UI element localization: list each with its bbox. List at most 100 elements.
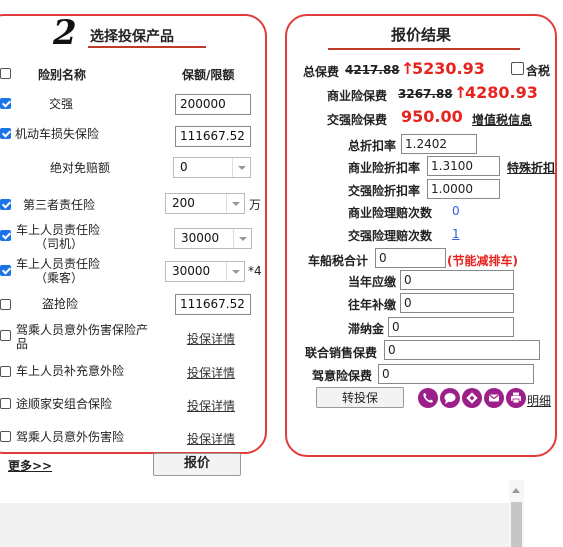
compulsory-amount-input[interactable]: 200000: [175, 94, 251, 115]
transfer-insurance-button[interactable]: 转投保: [316, 387, 404, 408]
passenger-liability-value: 30000: [172, 264, 211, 278]
passenger-liability-sublabel: （乘客）: [35, 271, 84, 285]
chevron-down-icon: [233, 229, 251, 248]
occupant-accident-product-label: 驾乘人员意外伤害保险产: [16, 323, 149, 337]
driver-accident-premium-label: 驾意险保费: [312, 369, 373, 383]
occupant-accident-details-link[interactable]: 投保详情: [187, 430, 235, 447]
share-icon[interactable]: [462, 388, 482, 408]
quote-button[interactable]: 报价: [153, 453, 241, 476]
vessel-tax-label: 车船税合计: [308, 254, 369, 268]
commercial-premium-label: 商业险保费: [327, 89, 388, 103]
compulsory-discount-label: 交强险折扣率: [348, 184, 421, 198]
compulsory-checkbox[interactable]: [0, 98, 11, 109]
deductible-value: 0: [180, 160, 188, 174]
chevron-down-icon: [232, 158, 250, 177]
driver-liability-select[interactable]: 30000: [174, 228, 252, 249]
third-party-label: 第三者责任险: [23, 198, 96, 212]
passenger-liability-checkbox[interactable]: [0, 265, 11, 276]
chat-icon[interactable]: [440, 388, 460, 408]
more-link[interactable]: 更多>>: [8, 457, 52, 474]
commercial-premium-new: 4280.93: [465, 83, 538, 102]
step-number: 2: [53, 13, 77, 53]
select-all-checkbox[interactable]: [0, 68, 11, 79]
previous-supplement-label: 往年补缴: [348, 298, 397, 312]
third-party-value: 200: [172, 196, 195, 210]
passenger-multiplier: *4: [248, 264, 262, 278]
joint-sales-premium-input[interactable]: 0: [384, 340, 540, 360]
family-combo-label: 途顺家安组合保险: [16, 397, 113, 411]
commercial-discount-label: 商业险折扣率: [348, 161, 421, 175]
supplementary-accident-label: 车上人员补充意外险: [16, 364, 125, 378]
phone-icon[interactable]: [418, 388, 438, 408]
vessel-tax-input[interactable]: 0: [375, 248, 446, 268]
theft-checkbox[interactable]: [0, 299, 11, 310]
detail-link[interactable]: 明细: [527, 392, 551, 409]
compulsory-premium-value: 950.00: [401, 107, 463, 126]
theft-label: 盗抢险: [42, 297, 79, 311]
tax-included-checkbox[interactable]: [511, 62, 524, 75]
deductible-label: 绝对免赔额: [50, 161, 111, 175]
occupant-accident-product-checkbox[interactable]: [0, 330, 11, 341]
compulsory-claims-label: 交强险理赔次数: [348, 229, 433, 243]
driver-liability-checkbox[interactable]: [0, 230, 11, 241]
third-party-unit: 万: [249, 198, 262, 212]
late-fee-label: 滞纳金: [348, 322, 385, 336]
title-underline: [328, 48, 520, 50]
driver-accident-premium-input[interactable]: 0: [378, 364, 534, 384]
total-premium-old: 4217.88: [345, 63, 400, 77]
commercial-claims-label: 商业险理赔次数: [348, 206, 433, 220]
family-combo-details-link[interactable]: 投保详情: [187, 397, 235, 414]
vehicle-damage-amount-input[interactable]: 111667.52: [175, 126, 251, 147]
third-party-checkbox[interactable]: [0, 199, 11, 210]
header-coverage-amount: 保额/限额: [182, 68, 235, 82]
commercial-discount-input[interactable]: 1.3100: [427, 156, 500, 176]
tax-included-label: 含税: [526, 64, 551, 78]
current-year-due-label: 当年应缴: [348, 275, 397, 289]
vat-info-link[interactable]: 增值税信息: [472, 111, 532, 128]
current-year-due-input[interactable]: 0: [400, 270, 514, 290]
total-discount-label: 总折扣率: [348, 139, 397, 153]
chevron-down-icon: [226, 262, 244, 281]
commercial-claims-value: 0: [452, 204, 460, 218]
commercial-premium-old: 3267.88: [398, 87, 453, 101]
driver-liability-label: 车上人员责任险: [16, 223, 101, 237]
joint-sales-premium-label: 联合销售保费: [305, 346, 378, 360]
product-selection-title: 选择投保产品: [90, 29, 174, 45]
occupant-accident-label: 驾乘人员意外伤害险: [16, 430, 125, 444]
late-fee-input[interactable]: 0: [388, 317, 514, 337]
title-underline: [88, 46, 206, 48]
special-discount-link[interactable]: 特殊折扣: [507, 159, 555, 176]
vehicle-damage-label: 机动车损失保险: [15, 127, 100, 141]
scrollbar-thumb[interactable]: [511, 502, 522, 547]
printer-icon[interactable]: [506, 388, 526, 408]
family-combo-checkbox[interactable]: [0, 398, 11, 409]
driver-liability-value: 30000: [181, 231, 220, 245]
occupant-accident-checkbox[interactable]: [0, 431, 11, 442]
quote-result-title: 报价结果: [391, 26, 452, 44]
energy-saving-note: (节能减排车): [447, 254, 518, 268]
mail-icon[interactable]: [484, 388, 504, 408]
lower-content-area: [0, 503, 510, 547]
supplementary-accident-details-link[interactable]: 投保详情: [187, 364, 235, 381]
compulsory-label: 交强: [49, 97, 74, 111]
vehicle-damage-checkbox[interactable]: [0, 128, 11, 139]
compulsory-premium-label: 交强险保费: [327, 113, 388, 127]
supplementary-accident-checkbox[interactable]: [0, 366, 11, 377]
compulsory-discount-input[interactable]: 1.0000: [427, 179, 500, 199]
compulsory-claims-link[interactable]: 1: [452, 227, 460, 241]
passenger-liability-select[interactable]: 30000: [165, 261, 245, 282]
previous-supplement-input[interactable]: 0: [400, 293, 514, 313]
header-coverage-name: 险别名称: [38, 68, 87, 82]
occupant-accident-product-label-2: 品: [16, 337, 29, 351]
deductible-select[interactable]: 0: [173, 157, 251, 178]
passenger-liability-label: 车上人员责任险: [16, 257, 101, 271]
total-premium-label: 总保费: [303, 65, 340, 79]
total-discount-input[interactable]: 1.2402: [401, 134, 477, 154]
total-premium-new: 5230.93: [412, 59, 485, 78]
chevron-down-icon: [226, 194, 244, 213]
third-party-select[interactable]: 200: [165, 193, 245, 214]
scroll-up-arrow-icon[interactable]: [512, 488, 520, 493]
theft-amount-input[interactable]: 111667.52: [175, 294, 251, 315]
occupant-accident-product-details-link[interactable]: 投保详情: [187, 330, 235, 347]
driver-liability-sublabel: （司机）: [35, 237, 84, 251]
